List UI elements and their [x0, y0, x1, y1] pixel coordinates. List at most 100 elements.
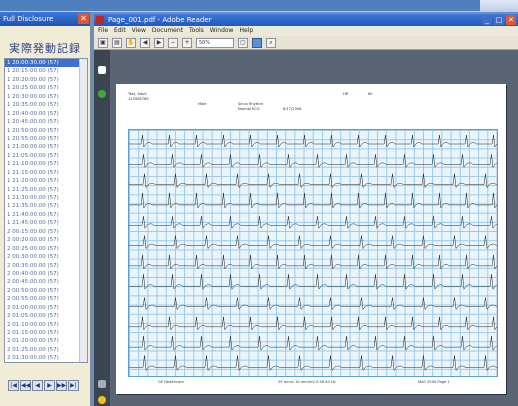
pages-icon[interactable]: [98, 66, 106, 74]
list-item[interactable]: 2 00:40:00.00 (57): [5, 270, 87, 278]
minimize-icon[interactable]: _: [482, 15, 492, 25]
menu-item-edit[interactable]: Edit: [114, 26, 126, 36]
ecg-lead-trace: [129, 192, 497, 209]
event-list[interactable]: 1 20:00:30.00 (57) 1 20:15:00.00 (57) 1 20…: [4, 58, 88, 363]
list-item[interactable]: 2 01:00:00.00 (57): [5, 304, 87, 312]
prev-page-button[interactable]: ◀◀: [20, 380, 31, 391]
zoom-out-icon[interactable]: −: [168, 37, 178, 48]
list-item[interactable]: 1 20:20:00.00 (57): [5, 76, 87, 84]
list-item[interactable]: 1 20:45:00.00 (57): [5, 118, 87, 126]
next-page-icon[interactable]: ▶: [154, 37, 164, 48]
reader-title: Page_001.pdf - Adobe Reader: [108, 16, 212, 24]
menu-item-file[interactable]: File: [98, 26, 108, 36]
list-item[interactable]: 1 20:35:00.00 (57): [5, 101, 87, 109]
reader-titlebar[interactable]: Page_001.pdf - Adobe Reader _ □ ✕: [94, 14, 518, 26]
list-item[interactable]: 2 00:30:00.00 (57): [5, 253, 87, 261]
list-item[interactable]: 2 01:25:00.00 (57): [5, 346, 87, 354]
list-item[interactable]: 1 21:05:00.00 (57): [5, 152, 87, 160]
hr-label: HR: [343, 92, 349, 96]
ecg-lead-trace: [129, 297, 497, 311]
list-item[interactable]: 1 21:45:00.00 (57): [5, 219, 87, 227]
print-icon[interactable]: ▤: [112, 37, 122, 48]
ecg-lead-trace: [129, 355, 497, 372]
list-item[interactable]: 1 20:25:00.00 (57): [5, 84, 87, 92]
list-item[interactable]: 1 20:15:00.00 (57): [5, 67, 87, 75]
list-item[interactable]: 1 20:40:00.00 (57): [5, 110, 87, 118]
list-item[interactable]: 1 20:55:00.00 (57): [5, 135, 87, 143]
list-item[interactable]: 2 00:25:00.00 (57): [5, 245, 87, 253]
ecg-lead-trace: [129, 154, 497, 169]
list-item[interactable]: 2 00:45:00.00 (57): [5, 278, 87, 286]
ecg-header: Test, Adult 123456789 Male Sinus Rhythm …: [128, 92, 498, 124]
list-item[interactable]: 1 21:30:00.00 (57): [5, 194, 87, 202]
list-item[interactable]: 2 01:20:00.00 (57): [5, 337, 87, 345]
close-icon[interactable]: ✕: [78, 13, 89, 24]
menu-item-help[interactable]: Help: [239, 26, 253, 36]
ecg-lead-trace: [129, 274, 497, 290]
menu-item-document[interactable]: Document: [152, 26, 183, 36]
next-record-button[interactable]: ▶: [44, 380, 55, 391]
pdf-page: Test, Adult 123456789 Male Sinus Rhythm …: [116, 84, 506, 394]
find-icon[interactable]: ⌕: [266, 37, 276, 48]
list-item[interactable]: 1 21:00:00.00 (57): [5, 143, 87, 151]
ecg-grid: [128, 129, 498, 377]
ecg-lead-trace: [129, 235, 497, 250]
list-item[interactable]: 2 01:30:00.00 (57): [5, 354, 87, 362]
interpretation-1: Sinus Rhythm: [238, 102, 263, 106]
list-item[interactable]: 1 21:35:00.00 (57): [5, 202, 87, 210]
list-item[interactable]: 1 21:15:00.00 (57): [5, 169, 87, 177]
adobe-reader-icon: [96, 16, 104, 24]
fit-page-icon[interactable]: ▢: [238, 37, 248, 48]
ecg-date: 8/17/2008: [283, 107, 302, 111]
maximize-icon[interactable]: □: [494, 15, 504, 25]
list-item[interactable]: 1 21:40:00.00 (57): [5, 211, 87, 219]
list-item[interactable]: 2 01:10:00.00 (57): [5, 321, 87, 329]
list-item[interactable]: 1 21:20:00.00 (57): [5, 177, 87, 185]
list-item[interactable]: 2 00:55:00.00 (57): [5, 295, 87, 303]
ecg-lead-trace: [129, 254, 497, 270]
ecg-lead-trace: [129, 216, 497, 229]
list-item[interactable]: 2 00:50:00.00 (57): [5, 287, 87, 295]
record-navigation: |◀ ◀◀ ◀ ▶ ▶▶ ▶|: [8, 380, 79, 391]
ecg-lead-trace: [129, 134, 497, 148]
menu-bar: File Edit View Document Tools Window Help: [94, 26, 518, 36]
list-item[interactable]: 1 21:25:00.00 (57): [5, 186, 87, 194]
zoom-level-select[interactable]: 50%: [196, 37, 234, 48]
close-icon[interactable]: ✕: [506, 15, 516, 25]
ecg-lead-trace: [129, 316, 497, 331]
list-item[interactable]: 2 00:35:00.00 (57): [5, 262, 87, 270]
list-item[interactable]: 2 01:05:00.00 (57): [5, 312, 87, 320]
fit-width-icon[interactable]: [252, 37, 262, 48]
menu-item-tools[interactable]: Tools: [189, 26, 204, 36]
footer-right: MAC 5500 Page 1: [418, 380, 450, 384]
list-item[interactable]: 1 20:30:00.00 (57): [5, 93, 87, 101]
list-item[interactable]: 1 20:00:30.00 (57): [5, 59, 87, 68]
next-page-button[interactable]: ▶▶: [56, 380, 67, 391]
list-item[interactable]: 2 00:15:00.00 (57): [5, 228, 87, 236]
ecg-lead-trace: [129, 336, 497, 351]
menu-item-view[interactable]: View: [132, 26, 146, 36]
list-item[interactable]: 2 00:20:00.00 (57): [5, 236, 87, 244]
hand-tool-icon[interactable]: ✋: [126, 37, 136, 48]
hr-value: 60: [368, 92, 373, 96]
full-disclosure-window: Full Disclosure ✕ 実際発動記録 1 20:00:30.00 (…: [0, 12, 92, 406]
left-window-titlebar[interactable]: Full Disclosure ✕: [0, 12, 90, 26]
bookmark-icon[interactable]: [98, 90, 106, 98]
prev-record-button[interactable]: ◀: [32, 380, 43, 391]
menu-item-window[interactable]: Window: [210, 26, 234, 36]
toolbar: ▣ ▤ ✋ ◀ ▶ − + 50% ▢ ⌕: [94, 36, 518, 50]
zoom-in-icon[interactable]: +: [182, 37, 192, 48]
list-item[interactable]: 1 20:50:00.00 (57): [5, 127, 87, 135]
first-record-button[interactable]: |◀: [8, 380, 19, 391]
save-icon[interactable]: ▣: [98, 37, 108, 48]
list-item[interactable]: 1 21:10:00.00 (57): [5, 160, 87, 168]
interpretation-2: Normal ECG: [238, 107, 260, 111]
last-record-button[interactable]: ▶|: [68, 380, 79, 391]
list-item[interactable]: 2 01:15:00.00 (57): [5, 329, 87, 337]
list-scrollbar[interactable]: [79, 59, 87, 362]
previous-page-icon[interactable]: ◀: [140, 37, 150, 48]
patient-id: 123456789: [128, 97, 149, 101]
pdf-reader-window: Page_001.pdf - Adobe Reader _ □ ✕ File Ed…: [94, 14, 518, 406]
comment-icon[interactable]: [98, 396, 106, 404]
attachment-icon[interactable]: [98, 380, 106, 388]
